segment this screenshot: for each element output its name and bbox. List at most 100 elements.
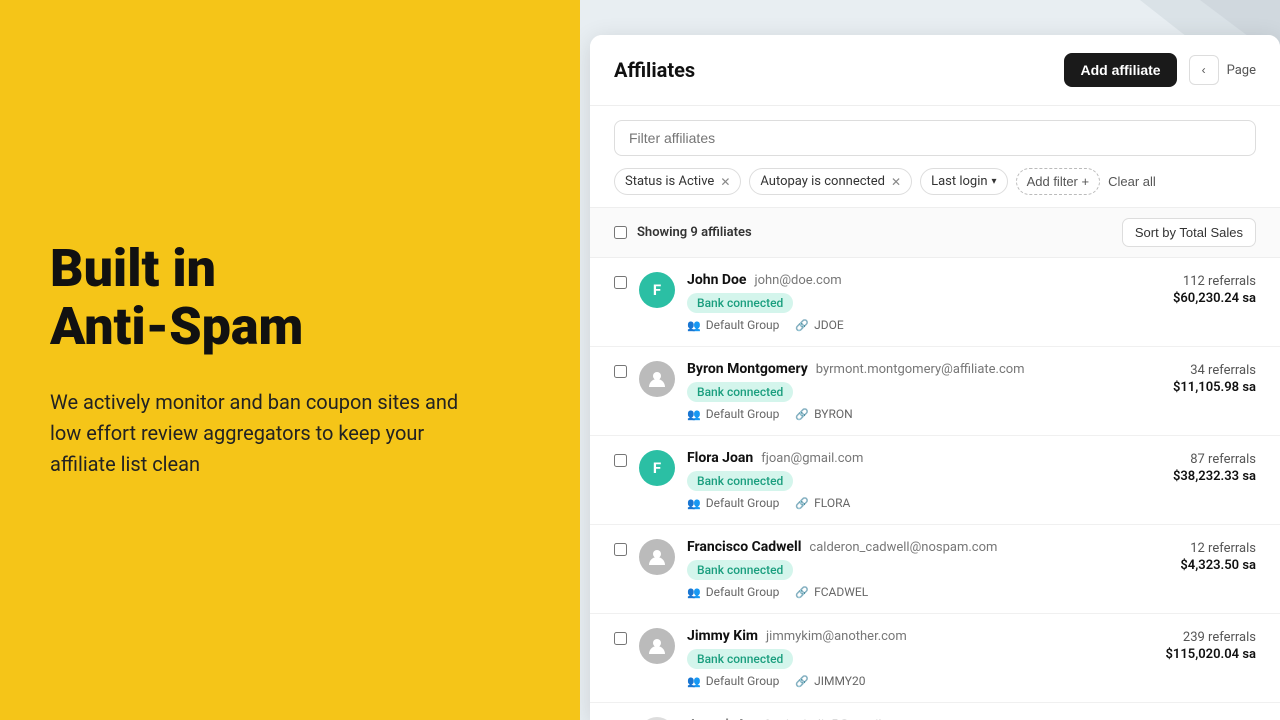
affiliate-meta-3: 👥 Default Group 🔗 FCADWEL [687, 585, 1168, 599]
total-sales-4: $115,020.04 sa [1166, 647, 1257, 662]
group-icon-0: 👥 [687, 319, 701, 332]
code-icon-4: 🔗 [795, 675, 809, 688]
showing-label: Showing 9 affiliates [637, 225, 752, 240]
avatar: F [639, 272, 675, 308]
search-input[interactable] [614, 120, 1256, 156]
affiliate-code-0: JDOE [814, 318, 844, 332]
affiliate-group-2: Default Group [706, 496, 780, 510]
affiliate-info-1: Byron Montgomery byrmont.montgomery@affi… [687, 361, 1161, 421]
affiliate-email-0: john@doe.com [754, 273, 841, 288]
affiliate-info-0: John Doe john@doe.com Bank connected 👥 D… [687, 272, 1161, 332]
filter-chip-status-label: Status is Active [625, 174, 714, 189]
table-row: F John Doe john@doe.com Bank connected 👥… [590, 258, 1280, 347]
right-panel: Affiliates Add affiliate ‹ Page Status i… [580, 0, 1280, 720]
affiliate-stats-3: 12 referrals $4,323.50 sa [1180, 539, 1256, 573]
affiliate-group-1: Default Group [706, 407, 780, 421]
affiliate-code-2: FLORA [814, 496, 850, 510]
affiliate-email-1: byrmont.montgomery@affiliate.com [816, 362, 1025, 377]
table-row: Jimmy Kim jimmykim@another.com Bank conn… [590, 614, 1280, 703]
add-filter-button[interactable]: Add filter + [1016, 168, 1101, 195]
code-icon-1: 🔗 [795, 408, 809, 421]
row-checkbox-4[interactable] [614, 632, 627, 645]
affiliate-name-2: Flora Joan [687, 450, 753, 466]
filter-chip-lastlogin-label: Last login [931, 174, 987, 189]
affiliate-name-0: John Doe [687, 272, 746, 288]
affiliate-code-4: JIMMY20 [814, 674, 865, 688]
affiliate-code-3: FCADWEL [814, 585, 868, 599]
total-sales-2: $38,232.33 sa [1173, 469, 1256, 484]
table-row: F Flora Joan fjoan@gmail.com Bank connec… [590, 436, 1280, 525]
affiliate-email-3: calderon_cadwell@nospam.com [809, 540, 997, 555]
affiliate-meta-4: 👥 Default Group 🔗 JIMMY20 [687, 674, 1154, 688]
filter-chip-status[interactable]: Status is Active ✕ [614, 168, 741, 195]
avatar [639, 539, 675, 575]
affiliate-code-1: BYRON [814, 407, 853, 421]
card-title: Affiliates [614, 58, 695, 82]
filter-chip-autopay-remove[interactable]: ✕ [891, 175, 901, 189]
code-icon-0: 🔗 [795, 319, 809, 332]
bank-badge-0: Bank connected [687, 293, 793, 313]
filter-chip-autopay-label: Autopay is connected [760, 174, 885, 189]
group-icon-3: 👥 [687, 586, 701, 599]
row-checkbox-0[interactable] [614, 276, 627, 289]
affiliates-list: F John Doe john@doe.com Bank connected 👥… [590, 258, 1280, 720]
left-panel: Built inAnti-Spam We actively monitor an… [0, 0, 580, 720]
page-label: Page [1227, 63, 1256, 78]
table-row: Francisco Cadwell calderon_cadwell@nospa… [590, 525, 1280, 614]
affiliate-meta-2: 👥 Default Group 🔗 FLORA [687, 496, 1161, 510]
group-icon-2: 👥 [687, 497, 701, 510]
filter-chip-lastlogin[interactable]: Last login ▾ [920, 168, 1008, 195]
bank-badge-3: Bank connected [687, 560, 793, 580]
table-row: Byron Montgomery byrmont.montgomery@affi… [590, 347, 1280, 436]
header-right: Add affiliate ‹ Page [1064, 53, 1256, 87]
affiliate-group-4: Default Group [706, 674, 780, 688]
pagination-controls: ‹ Page [1189, 55, 1256, 85]
affiliate-info-3: Francisco Cadwell calderon_cadwell@nospa… [687, 539, 1168, 599]
affiliate-meta-0: 👥 Default Group 🔗 JDOE [687, 318, 1161, 332]
group-icon-4: 👥 [687, 675, 701, 688]
affiliate-info-4: Jimmy Kim jimmykim@another.com Bank conn… [687, 628, 1154, 688]
filter-chip-autopay[interactable]: Autopay is connected ✕ [749, 168, 912, 195]
referrals-count-3: 12 referrals [1180, 541, 1256, 556]
affiliate-email-2: fjoan@gmail.com [761, 451, 863, 466]
total-sales-3: $4,323.50 sa [1180, 558, 1256, 573]
affiliates-card: Affiliates Add affiliate ‹ Page Status i… [590, 35, 1280, 720]
row-checkbox-1[interactable] [614, 365, 627, 378]
table-row: Joseph Amato junitalis5@email.com 9 refe… [590, 703, 1280, 720]
affiliate-name-3: Francisco Cadwell [687, 539, 801, 555]
affiliate-meta-1: 👥 Default Group 🔗 BYRON [687, 407, 1161, 421]
headline: Built inAnti-Spam [50, 240, 530, 354]
affiliate-stats-2: 87 referrals $38,232.33 sa [1173, 450, 1256, 484]
filter-chip-status-remove[interactable]: ✕ [720, 175, 730, 189]
referrals-count-0: 112 referrals [1173, 274, 1256, 289]
bank-badge-2: Bank connected [687, 471, 793, 491]
bank-badge-4: Bank connected [687, 649, 793, 669]
avatar [639, 628, 675, 664]
code-icon-2: 🔗 [795, 497, 809, 510]
row-checkbox-3[interactable] [614, 543, 627, 556]
affiliate-info-2: Flora Joan fjoan@gmail.com Bank connecte… [687, 450, 1161, 510]
affiliate-stats-4: 239 referrals $115,020.04 sa [1166, 628, 1257, 662]
referrals-count-2: 87 referrals [1173, 452, 1256, 467]
row-checkbox-2[interactable] [614, 454, 627, 467]
total-sales-1: $11,105.98 sa [1173, 380, 1256, 395]
affiliate-group-0: Default Group [706, 318, 780, 332]
avatar [639, 361, 675, 397]
avatar: F [639, 450, 675, 486]
table-header: Showing 9 affiliates Sort by Total Sales [590, 207, 1280, 258]
card-header: Affiliates Add affiliate ‹ Page [590, 35, 1280, 106]
bank-badge-1: Bank connected [687, 382, 793, 402]
code-icon-3: 🔗 [795, 586, 809, 599]
add-affiliate-button[interactable]: Add affiliate [1064, 53, 1176, 87]
affiliate-group-3: Default Group [706, 585, 780, 599]
affiliate-stats-1: 34 referrals $11,105.98 sa [1173, 361, 1256, 395]
chevron-down-icon: ▾ [992, 176, 997, 187]
prev-page-button[interactable]: ‹ [1189, 55, 1219, 85]
total-sales-0: $60,230.24 sa [1173, 291, 1256, 306]
clear-all-button[interactable]: Clear all [1108, 174, 1156, 189]
sort-button[interactable]: Sort by Total Sales [1122, 218, 1256, 247]
select-all-checkbox[interactable] [614, 226, 627, 239]
referrals-count-1: 34 referrals [1173, 363, 1256, 378]
affiliate-name-4: Jimmy Kim [687, 628, 758, 644]
affiliate-email-4: jimmykim@another.com [766, 629, 907, 644]
